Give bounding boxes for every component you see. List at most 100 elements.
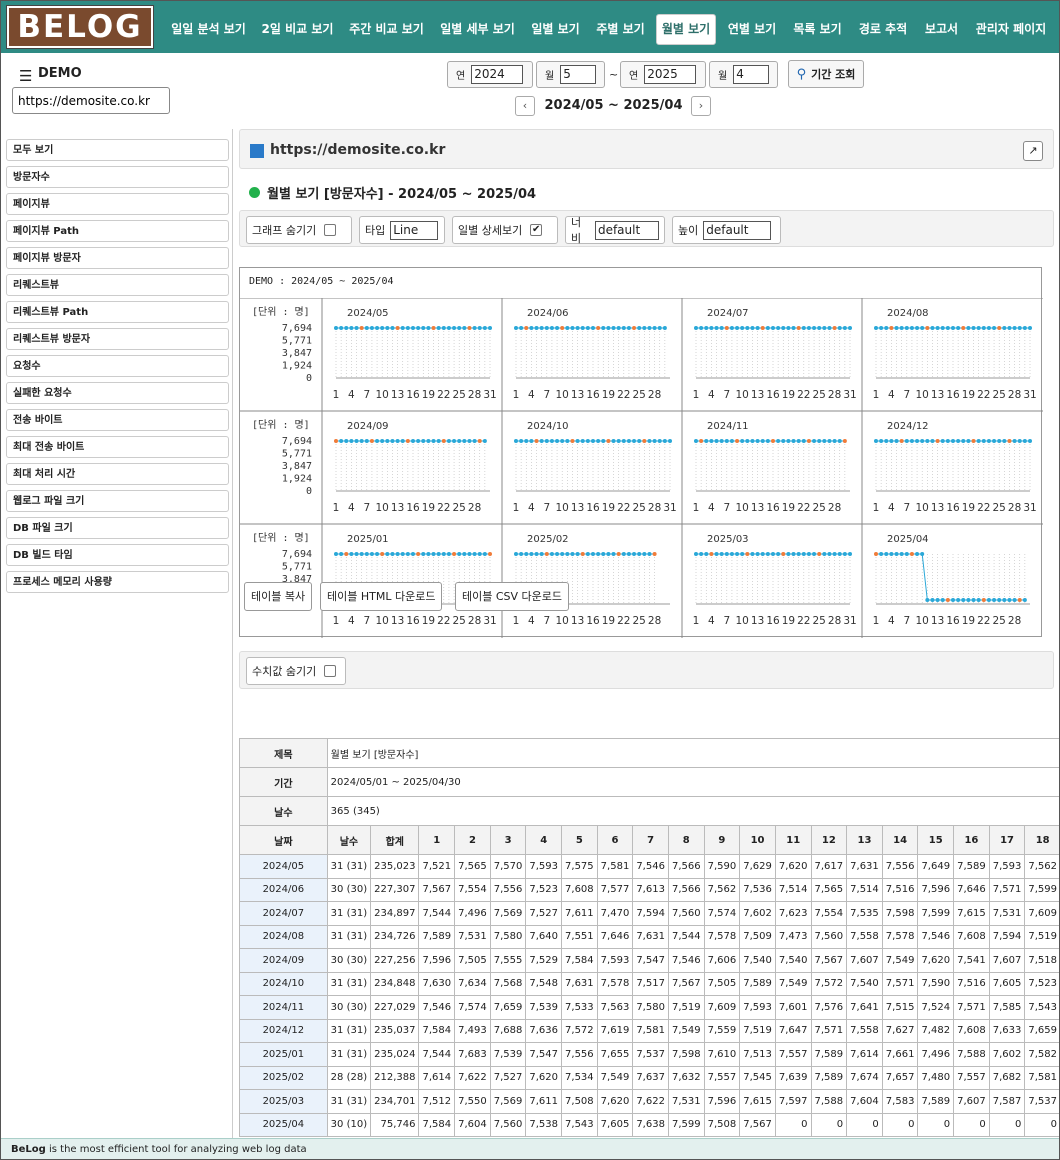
row-date: 2025/01 <box>239 1042 328 1067</box>
search-icon: ⚲ <box>796 66 807 82</box>
nav-item-3[interactable]: 일별 세부 보기 <box>435 14 520 45</box>
table-cell: 7,620 <box>525 1065 563 1090</box>
prev-period-button[interactable]: ‹ <box>515 96 535 116</box>
table-cell: 31 (31) <box>326 854 372 879</box>
sidebar-item-4[interactable]: 페이지뷰 방문자 <box>6 247 229 269</box>
sidebar-item-8[interactable]: 요청수 <box>6 355 229 377</box>
nav-item-5[interactable]: 주별 보기 <box>591 14 650 45</box>
row-date: 2025/03 <box>239 1089 328 1114</box>
from-month-field[interactable]: 월 5 <box>536 61 605 88</box>
table-cell: 7,482 <box>917 1018 955 1043</box>
table-cell: 0 <box>1024 1112 1059 1137</box>
table-cell: 7,557 <box>774 1042 812 1067</box>
table-cell: 7,589 <box>810 1065 848 1090</box>
nav-item-11[interactable]: 관리자 페이지 <box>970 14 1052 45</box>
sidebar-item-7[interactable]: 리퀘스트뷰 방문자 <box>6 328 229 350</box>
nav-item-10[interactable]: 보고서 <box>919 14 964 45</box>
table-row: 2024/06 30 (30) 227,307 7,567 7,554 7,556 7,52… <box>239 877 1059 902</box>
sidebar-item-12[interactable]: 최대 처리 시간 <box>6 463 229 485</box>
from-month-value[interactable]: 5 <box>560 65 597 84</box>
site-name: DEMO <box>38 66 82 81</box>
sidebar-item-3[interactable]: 페이지뷰 Path <box>6 220 229 242</box>
from-year-field[interactable]: 연 2024 <box>447 61 533 88</box>
nav-item-6[interactable]: 월별 보기 <box>656 14 716 45</box>
table-cell: 7,629 <box>739 854 776 879</box>
sidebar-item-0[interactable]: 모두 보기 <box>6 139 229 161</box>
sidebar-item-2[interactable]: 페이지뷰 <box>6 193 229 215</box>
column-header: 5 <box>561 825 598 855</box>
table-header-row: 날짜 날수 합계 1 2 3 4 5 6 7 8 9 10 11 12 13 14 15 16 17 18 <box>239 825 1059 855</box>
sidebar-item-16[interactable]: 프로세스 메모리 사용량 <box>6 571 229 593</box>
footer-brand: BeLog <box>11 1144 46 1155</box>
table-cell: 7,584 <box>561 948 598 973</box>
table-cell: 7,535 <box>846 901 883 926</box>
sidebar-item-14[interactable]: DB 파일 크기 <box>6 517 229 539</box>
next-period-button[interactable]: › <box>691 96 711 116</box>
nav-item-1[interactable]: 2일 비교 보기 <box>257 14 338 45</box>
table-cell: 7,505 <box>703 971 741 996</box>
table-cell: 7,496 <box>917 1042 955 1067</box>
nav-item-4[interactable]: 일별 보기 <box>526 14 585 45</box>
to-year-value[interactable]: 2025 <box>644 65 697 84</box>
table-cell: 7,613 <box>632 877 669 902</box>
table-cell: 7,470 <box>596 901 634 926</box>
table-cell: 7,605 <box>988 971 1026 996</box>
table-cell: 28 (28) <box>326 1065 372 1090</box>
hamburger-icon[interactable]: ☰ <box>19 67 32 85</box>
sidebar-item-11[interactable]: 최대 전송 바이트 <box>6 436 229 458</box>
table-cell: 7,580 <box>632 995 669 1020</box>
to-month-field[interactable]: 월 4 <box>709 61 778 88</box>
table-cell: 0 <box>810 1112 848 1137</box>
period-search-button[interactable]: ⚲ 기간 조회 <box>788 60 864 88</box>
nav-item-0[interactable]: 일일 분석 보기 <box>166 14 251 45</box>
table-cell: 7,589 <box>953 854 990 879</box>
table-cell: 7,581 <box>596 854 634 879</box>
table-cell: 7,572 <box>561 1018 598 1043</box>
column-header: 10 <box>739 825 776 855</box>
table-cell: 7,548 <box>525 971 563 996</box>
table-cell: 7,571 <box>810 1018 848 1043</box>
table-cell: 7,582 <box>1024 1042 1059 1067</box>
sidebar-item-13[interactable]: 웹로그 파일 크기 <box>6 490 229 512</box>
from-year-value[interactable]: 2024 <box>471 65 524 84</box>
table-cell: 7,549 <box>774 971 812 996</box>
table-cell: 7,567 <box>418 877 456 902</box>
to-month-value[interactable]: 4 <box>733 65 770 84</box>
table-cell: 7,622 <box>454 1065 491 1090</box>
table-cell: 7,608 <box>953 1018 990 1043</box>
table-row: 2025/01 31 (31) 235,024 7,544 7,683 7,539 7,54… <box>239 1042 1059 1067</box>
table-cell: 31 (31) <box>326 1042 372 1067</box>
table-cell: 235,024 <box>370 1042 420 1067</box>
table-cell: 7,623 <box>774 901 812 926</box>
table-cell: 7,527 <box>525 901 563 926</box>
nav-item-9[interactable]: 경로 추적 <box>853 14 913 45</box>
table-cell: 7,655 <box>596 1042 634 1067</box>
sidebar-item-15[interactable]: DB 빌드 타임 <box>6 544 229 566</box>
table-cell: 7,596 <box>917 877 955 902</box>
nav-item-8[interactable]: 목록 보기 <box>788 14 847 45</box>
table-cell: 30 (30) <box>326 948 372 973</box>
table-cell: 7,545 <box>739 1065 776 1090</box>
table-cell: 7,527 <box>489 1065 527 1090</box>
to-year-field[interactable]: 연 2025 <box>620 61 706 88</box>
sidebar-item-9[interactable]: 실패한 요청수 <box>6 382 229 404</box>
sidebar-item-5[interactable]: 리퀘스트뷰 <box>6 274 229 296</box>
nav-item-7[interactable]: 연별 보기 <box>722 14 782 45</box>
table-cell: 7,519 <box>1024 924 1059 949</box>
table-cell: 7,537 <box>632 1042 669 1067</box>
table-cell: 31 (31) <box>326 924 372 949</box>
column-header: 9 <box>703 825 741 855</box>
belog-logo[interactable]: BELOG <box>6 5 154 49</box>
table-cell: 7,544 <box>667 924 705 949</box>
table-cell: 7,546 <box>418 995 456 1020</box>
sidebar-item-10[interactable]: 전송 바이트 <box>6 409 229 431</box>
meta-value: 365 (345) <box>326 796 1059 826</box>
site-url-input[interactable] <box>12 87 170 114</box>
column-header: 14 <box>881 825 919 855</box>
sidebar-item-6[interactable]: 리퀘스트뷰 Path <box>6 301 229 323</box>
nav-item-2[interactable]: 주간 비교 보기 <box>344 14 429 45</box>
table-cell: 7,614 <box>846 1042 883 1067</box>
sidebar-item-1[interactable]: 방문자수 <box>6 166 229 188</box>
table-cell: 0 <box>953 1112 990 1137</box>
table-cell: 7,589 <box>739 971 776 996</box>
